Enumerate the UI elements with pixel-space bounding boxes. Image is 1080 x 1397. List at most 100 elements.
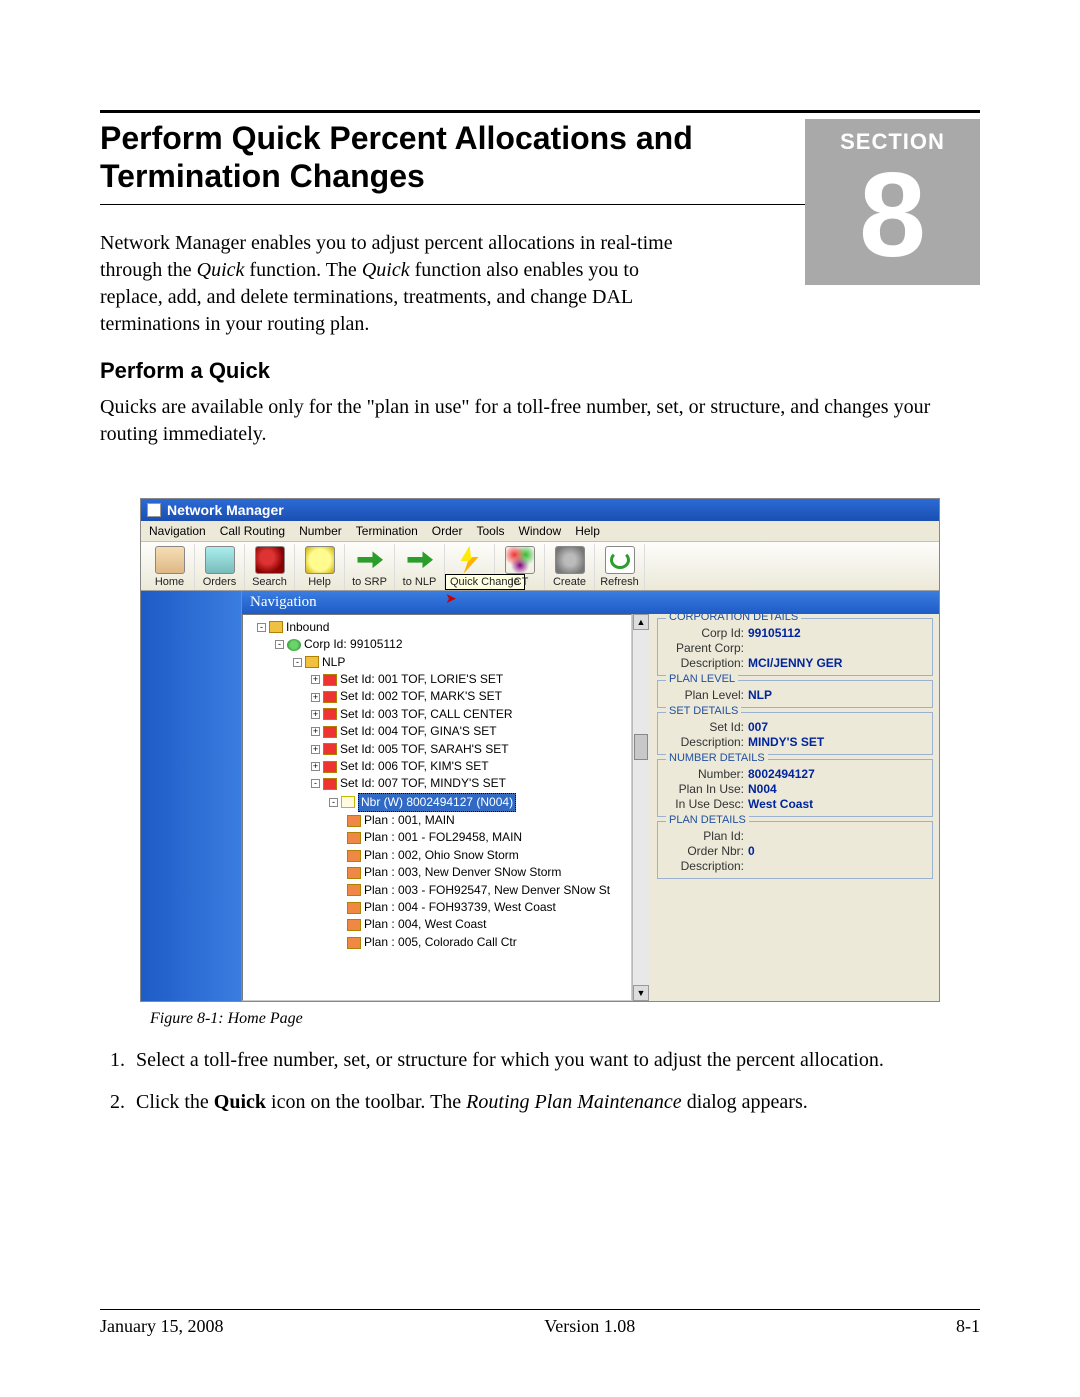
number-label: Number: bbox=[664, 767, 748, 781]
expander-icon[interactable]: + bbox=[311, 762, 320, 771]
set-id-label: Set Id: bbox=[664, 720, 748, 734]
step-2-text-b: icon on the toolbar. The bbox=[266, 1091, 466, 1113]
tool-help[interactable]: Help bbox=[295, 544, 345, 590]
nlp-icon bbox=[305, 656, 319, 668]
plan-icon bbox=[347, 884, 361, 896]
tool-to-srp[interactable]: to SRP bbox=[345, 544, 395, 590]
plan-icon bbox=[347, 850, 361, 862]
menu-call-routing[interactable]: Call Routing bbox=[220, 524, 285, 538]
tool-refresh[interactable]: Refresh bbox=[595, 544, 645, 590]
tree-plan[interactable]: Plan : 001 - FOL29458, MAIN bbox=[364, 829, 522, 846]
expander-icon[interactable]: + bbox=[311, 745, 320, 754]
tree-set[interactable]: Set Id: 002 TOF, MARK'S SET bbox=[340, 688, 502, 705]
tree-selected-number[interactable]: Nbr (W) 8002494127 (N004) bbox=[358, 793, 516, 812]
tool-create-label: Create bbox=[553, 576, 586, 588]
plan-icon bbox=[347, 832, 361, 844]
number-details-group: NUMBER DETAILS Number:8002494127 Plan In… bbox=[657, 759, 933, 817]
ict-icon bbox=[505, 546, 535, 574]
tree-plan[interactable]: Plan : 004, West Coast bbox=[364, 916, 487, 933]
quick-icon bbox=[455, 546, 485, 574]
tool-ict[interactable]: ICT bbox=[495, 544, 545, 590]
menu-order[interactable]: Order bbox=[432, 524, 463, 538]
tree-set[interactable]: Set Id: 001 TOF, LORIE'S SET bbox=[340, 671, 503, 688]
expander-icon[interactable]: - bbox=[329, 798, 338, 807]
set-desc-value: MINDY'S SET bbox=[748, 735, 824, 749]
scroll-thumb[interactable] bbox=[634, 734, 648, 760]
expander-icon[interactable]: - bbox=[293, 658, 302, 667]
expander-icon[interactable]: + bbox=[311, 675, 320, 684]
footer-page-number: 8-1 bbox=[956, 1316, 980, 1337]
set-icon bbox=[323, 691, 337, 703]
tool-nlp-label: to NLP bbox=[403, 576, 437, 588]
tree-scrollbar[interactable]: ▲ ▼ bbox=[632, 614, 649, 1001]
tree-inbound[interactable]: Inbound bbox=[286, 619, 329, 636]
tool-home-label: Home bbox=[155, 576, 184, 588]
set-icon bbox=[323, 778, 337, 790]
footer-date: January 15, 2008 bbox=[100, 1316, 223, 1337]
tree-plan[interactable]: Plan : 003, New Denver SNow Storm bbox=[364, 864, 561, 881]
plan-icon bbox=[347, 902, 361, 914]
arrow-icon bbox=[405, 546, 435, 574]
expander-icon[interactable]: + bbox=[311, 727, 320, 736]
menu-help[interactable]: Help bbox=[575, 524, 600, 538]
step-2-italic: Routing Plan Maintenance bbox=[466, 1091, 682, 1113]
tree-nlp[interactable]: NLP bbox=[322, 654, 345, 671]
plan-id-label: Plan Id: bbox=[664, 829, 748, 843]
tool-home[interactable]: Home bbox=[145, 544, 195, 590]
tree-set[interactable]: Set Id: 003 TOF, CALL CENTER bbox=[340, 706, 513, 723]
expander-icon[interactable]: + bbox=[311, 710, 320, 719]
section-box: SECTION 8 bbox=[805, 119, 980, 285]
tree-plan[interactable]: Plan : 002, Ohio Snow Storm bbox=[364, 847, 519, 864]
corp-desc-value: MCI/JENNY GER bbox=[748, 656, 842, 670]
step-2-text-c: dialog appears. bbox=[682, 1091, 808, 1113]
home-icon bbox=[155, 546, 185, 574]
scroll-up-icon[interactable]: ▲ bbox=[633, 614, 649, 630]
tree-set[interactable]: Set Id: 006 TOF, KIM'S SET bbox=[340, 758, 489, 775]
step-2-text-a: Click the bbox=[136, 1091, 214, 1113]
menu-tools[interactable]: Tools bbox=[476, 524, 504, 538]
set-details-group: SET DETAILS Set Id:007 Description:MINDY… bbox=[657, 712, 933, 755]
navigation-tree[interactable]: -Inbound -Corp Id: 99105112 -NLP +Set Id… bbox=[242, 614, 632, 1001]
search-icon bbox=[255, 546, 285, 574]
orders-icon bbox=[205, 546, 235, 574]
plan-icon bbox=[347, 937, 361, 949]
tool-quick[interactable]: Quick ➤ Quick Change bbox=[445, 544, 495, 590]
tool-orders[interactable]: Orders bbox=[195, 544, 245, 590]
expander-icon[interactable]: - bbox=[257, 623, 266, 632]
expander-icon[interactable]: - bbox=[275, 640, 284, 649]
tree-plan[interactable]: Plan : 003 - FOH92547, New Denver SNow S… bbox=[364, 882, 610, 899]
tool-to-nlp[interactable]: to NLP bbox=[395, 544, 445, 590]
tree-corp[interactable]: Corp Id: 99105112 bbox=[304, 636, 403, 653]
intro-paragraph: Network Manager enables you to adjust pe… bbox=[100, 230, 690, 338]
tree-plan[interactable]: Plan : 005, Colorado Call Ctr bbox=[364, 934, 517, 951]
plan-in-use-value: N004 bbox=[748, 782, 777, 796]
tool-search[interactable]: Search bbox=[245, 544, 295, 590]
tree-plan[interactable]: Plan : 001, MAIN bbox=[364, 812, 455, 829]
intro-quick-1: Quick bbox=[197, 259, 245, 281]
screenshot-network-manager: Network Manager Navigation Call Routing … bbox=[140, 498, 940, 1002]
tree-set[interactable]: Set Id: 005 TOF, SARAH'S SET bbox=[340, 741, 509, 758]
expander-icon[interactable]: + bbox=[311, 693, 320, 702]
plan-desc-label: Description: bbox=[664, 859, 748, 873]
corporation-details-group: CORPORATION DETAILS Corp Id:99105112 Par… bbox=[657, 618, 933, 676]
cursor-icon: ➤ bbox=[445, 590, 457, 607]
menu-number[interactable]: Number bbox=[299, 524, 342, 538]
menu-navigation[interactable]: Navigation bbox=[149, 524, 206, 538]
number-value: 8002494127 bbox=[748, 767, 815, 781]
group-title: PLAN DETAILS bbox=[666, 814, 749, 826]
plan-icon bbox=[347, 867, 361, 879]
tree-plan[interactable]: Plan : 004 - FOH93739, West Coast bbox=[364, 899, 556, 916]
tool-create[interactable]: Create bbox=[545, 544, 595, 590]
tool-refresh-label: Refresh bbox=[600, 576, 639, 588]
tree-set[interactable]: Set Id: 007 TOF, MINDY'S SET bbox=[340, 775, 506, 792]
menu-window[interactable]: Window bbox=[519, 524, 562, 538]
tree-set[interactable]: Set Id: 004 TOF, GINA'S SET bbox=[340, 723, 497, 740]
expander-icon[interactable]: - bbox=[311, 779, 320, 788]
details-panel: CORPORATION DETAILS Corp Id:99105112 Par… bbox=[649, 614, 939, 1001]
in-use-desc-value: West Coast bbox=[748, 797, 813, 811]
menu-termination[interactable]: Termination bbox=[356, 524, 418, 538]
window-titlebar: Network Manager bbox=[141, 499, 939, 521]
tool-search-label: Search bbox=[252, 576, 287, 588]
scroll-down-icon[interactable]: ▼ bbox=[633, 985, 649, 1001]
group-title: CORPORATION DETAILS bbox=[666, 614, 801, 623]
